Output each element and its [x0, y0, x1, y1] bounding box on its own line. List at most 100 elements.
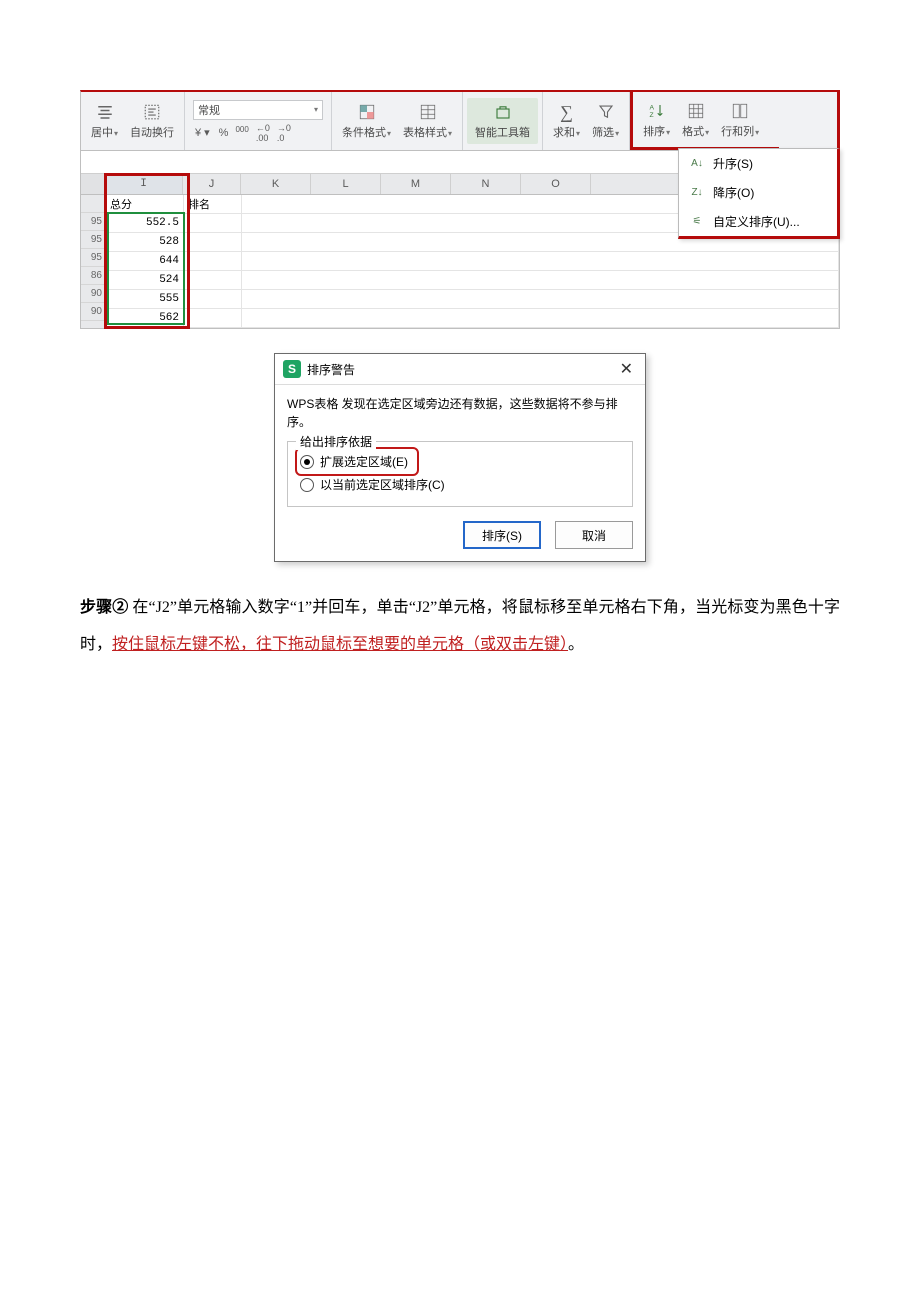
currency-button[interactable]: ¥▾: [193, 126, 214, 139]
sort-confirm-button[interactable]: 排序(S): [463, 521, 541, 549]
cell[interactable]: 排名: [184, 195, 242, 213]
row-headers: 95 95 95 86 90 90: [81, 195, 106, 328]
format-button[interactable]: 格式▾: [676, 99, 715, 141]
table-style-label: 表格样式: [403, 127, 447, 139]
fieldset-legend: 给出排序依据: [296, 433, 376, 450]
sort-desc-icon: Z↓: [689, 185, 705, 201]
cell[interactable]: 644: [106, 252, 184, 270]
sort-custom-icon: ⚟: [689, 214, 705, 230]
increase-decimal-button[interactable]: ←0.00: [254, 123, 272, 143]
cond-fmt-label: 条件格式: [342, 127, 386, 139]
cell[interactable]: 562: [106, 309, 184, 327]
table-style-icon: [417, 102, 439, 122]
sort-desc-label: 降序(O): [713, 184, 754, 201]
cell[interactable]: [184, 214, 242, 232]
comma-button[interactable]: 000: [233, 125, 250, 140]
table-style-button[interactable]: 表格样式▾: [397, 100, 458, 142]
instr-text-red: 按住鼠标左键不松，往下拖动鼠标至想要的单元格（或双击左键）: [112, 636, 568, 653]
chevron-down-icon: ▾: [314, 105, 318, 114]
cell[interactable]: 528: [106, 233, 184, 251]
col-header-I[interactable]: I: [105, 174, 183, 194]
col-header-L[interactable]: L: [311, 174, 381, 194]
toolbox-icon: [492, 102, 514, 122]
decrease-decimal-button[interactable]: →0.0: [275, 123, 293, 143]
percent-button[interactable]: %: [217, 127, 231, 139]
row-header[interactable]: 86: [81, 267, 105, 285]
align-center-button[interactable]: 居中▾: [85, 100, 124, 142]
conditional-format-icon: [356, 102, 378, 122]
sort-asc-label: 升序(S): [713, 155, 753, 172]
cell[interactable]: [242, 271, 839, 289]
radio-icon: [300, 455, 314, 469]
filter-button[interactable]: 筛选▾: [586, 100, 625, 142]
sort-warning-dialog: S 排序警告 ✕ WPS表格 发现在选定区域旁边还有数据，这些数据将不参与排序。…: [274, 353, 646, 562]
sum-label: 求和: [553, 127, 575, 139]
row-header[interactable]: 95: [81, 213, 105, 231]
cell[interactable]: [242, 309, 839, 327]
number-format-select[interactable]: 常规 ▾: [193, 100, 323, 120]
select-all-corner[interactable]: [81, 174, 105, 194]
smart-toolbox-button[interactable]: 智能工具箱: [467, 98, 538, 144]
sort-dropdown-menu: A↓ 升序(S) Z↓ 降序(O) ⚟ 自定义排序(U)...: [678, 148, 840, 239]
dialog-title: 排序警告: [307, 361, 355, 378]
wrap-text-button[interactable]: 自动换行: [124, 100, 180, 142]
close-button[interactable]: ✕: [616, 359, 637, 379]
align-center-icon: [94, 102, 116, 122]
radio-expand-selection[interactable]: 扩展选定区域(E): [298, 450, 416, 473]
align-center-label: 居中: [91, 127, 113, 139]
step-label: 步骤②: [80, 599, 128, 616]
wrap-label: 自动换行: [130, 124, 174, 140]
sort-asc-icon: A↓: [689, 156, 705, 172]
radio-current-selection[interactable]: 以当前选定区域排序(C): [298, 473, 622, 496]
cell[interactable]: [184, 309, 242, 327]
row-header[interactable]: [81, 195, 105, 213]
app-icon: S: [283, 360, 301, 378]
cell[interactable]: 524: [106, 271, 184, 289]
row-header[interactable]: 90: [81, 303, 105, 321]
radio-expand-label: 扩展选定区域(E): [320, 453, 408, 470]
col-header-N[interactable]: N: [451, 174, 521, 194]
ribbon: 居中▾ 自动换行 常规 ▾ ¥▾ % 000: [80, 90, 840, 151]
col-header-J[interactable]: J: [183, 174, 241, 194]
radio-current-label: 以当前选定区域排序(C): [320, 476, 445, 493]
sort-custom-item[interactable]: ⚟ 自定义排序(U)...: [679, 207, 837, 236]
cell[interactable]: 555: [106, 290, 184, 308]
row-header[interactable]: 95: [81, 249, 105, 267]
cell[interactable]: [184, 233, 242, 251]
instr-text-3: 。: [568, 636, 584, 653]
cell[interactable]: [184, 290, 242, 308]
cancel-button[interactable]: 取消: [555, 521, 633, 549]
sort-desc-item[interactable]: Z↓ 降序(O): [679, 178, 837, 207]
sort-label: 排序: [643, 126, 665, 138]
cell[interactable]: 552.5: [106, 214, 184, 232]
sort-asc-item[interactable]: A↓ 升序(S): [679, 149, 837, 178]
sort-button[interactable]: AZ 排序▾: [637, 99, 676, 141]
format-icon: [685, 101, 707, 121]
funnel-icon: [595, 102, 617, 122]
dialog-message: WPS表格 发现在选定区域旁边还有数据，这些数据将不参与排序。: [287, 395, 633, 431]
number-format-label: 常规: [198, 102, 220, 118]
cell[interactable]: [242, 252, 839, 270]
col-header-M[interactable]: M: [381, 174, 451, 194]
sum-button[interactable]: ∑ 求和▾: [547, 100, 586, 142]
sort-custom-label: 自定义排序(U)...: [713, 213, 800, 230]
sort-icon: AZ: [646, 101, 668, 121]
cell[interactable]: 总分: [106, 195, 184, 213]
radio-icon: [300, 478, 314, 492]
row-header[interactable]: 90: [81, 285, 105, 303]
cell[interactable]: [184, 271, 242, 289]
col-header-K[interactable]: K: [241, 174, 311, 194]
format-label: 格式: [682, 126, 704, 138]
rowcol-label: 行和列: [721, 126, 754, 138]
cell[interactable]: [242, 290, 839, 308]
cell[interactable]: [184, 252, 242, 270]
svg-text:A: A: [649, 104, 654, 111]
svg-text:Z: Z: [649, 112, 653, 119]
sigma-icon: ∑: [556, 102, 578, 122]
row-header[interactable]: 95: [81, 231, 105, 249]
wrap-icon: [141, 102, 163, 122]
conditional-format-button[interactable]: 条件格式▾: [336, 100, 397, 142]
rowcol-button[interactable]: 行和列▾: [715, 99, 765, 141]
smart-toolbox-label: 智能工具箱: [475, 124, 530, 140]
col-header-O[interactable]: O: [521, 174, 591, 194]
